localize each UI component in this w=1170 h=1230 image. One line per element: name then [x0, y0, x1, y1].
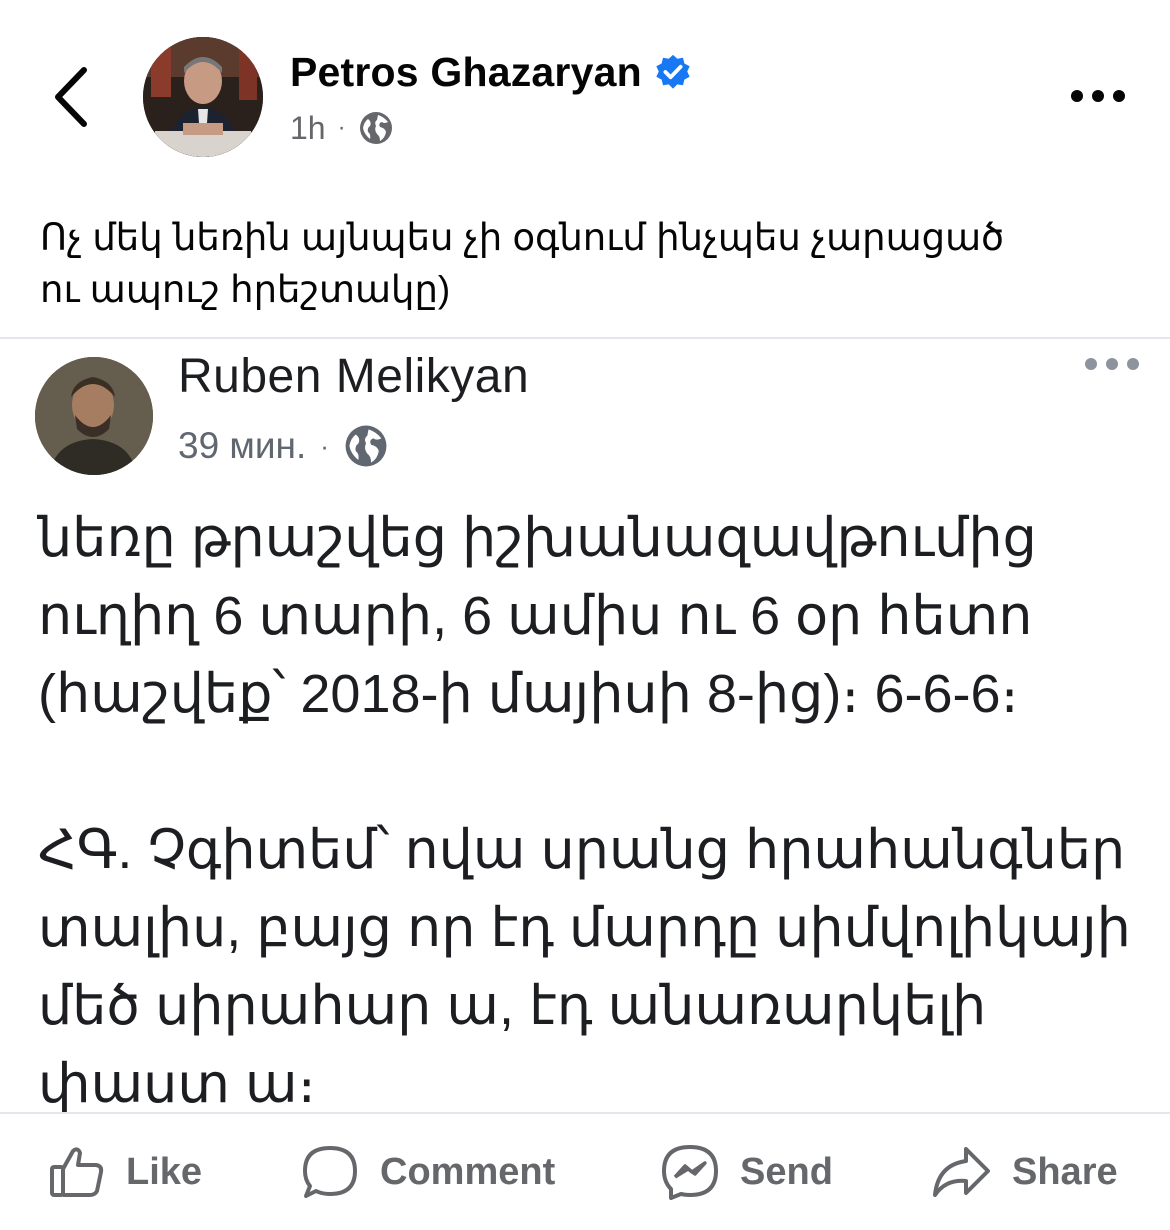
post-time[interactable]: 1h — [290, 110, 326, 147]
globe-icon — [359, 112, 392, 144]
text-line: տալիս, բայց որ էդ մարդը սիմվոլիկայի — [38, 898, 1131, 958]
post-caption: Ոչ մեկ նեռին այնպես չի օգնում ինչպես չար… — [40, 212, 1140, 316]
post-header: Petros Ghazaryan 1h · — [0, 0, 1170, 175]
meta-separator: · — [320, 430, 329, 461]
shared-post-image[interactable]: Ruben Melikyan 39 мин. · նեռը թրաշվեց իշ… — [0, 339, 1170, 1114]
post-meta: 1h · — [290, 106, 394, 150]
text-line: մեծ սիրահար ա, էդ անառարկելի — [38, 976, 987, 1036]
shared-post-text: նեռը թրաշվեց իշխանազավթումից ուղիղ 6 տար… — [38, 499, 1148, 1114]
shared-post-time: 39 мин. — [178, 425, 307, 466]
shared-author-avatar — [35, 357, 153, 475]
messenger-icon — [662, 1145, 718, 1200]
back-chevron-icon[interactable] — [48, 62, 98, 132]
meta-separator: · — [337, 114, 346, 141]
comment-icon — [303, 1146, 357, 1198]
author-name-row: Petros Ghazaryan — [290, 44, 692, 100]
caption-line: Ոչ մեկ նեռին այնպես չի օգնում ինչպես չար… — [40, 217, 1005, 258]
send-button[interactable]: Send — [660, 1140, 833, 1204]
like-icon — [50, 1147, 104, 1197]
text-line: նեռը թրաշվեց իշխանազավթումից — [38, 508, 1037, 568]
send-label: Send — [740, 1150, 833, 1193]
comment-button[interactable]: Comment — [300, 1140, 555, 1204]
author-avatar[interactable] — [143, 37, 263, 157]
share-button[interactable]: Share — [930, 1140, 1118, 1204]
shared-post-meta: 39 мин. · — [178, 423, 389, 469]
text-line: ՀԳ. Չգիտեմ՝ ովա սրանց հրահանգներ — [38, 820, 1126, 880]
text-line: փաստ ա։ — [38, 1054, 316, 1114]
text-line: ուղիղ 6 տարի, 6 ամիս ու 6 օր հետո — [38, 586, 1033, 646]
globe-icon — [345, 425, 387, 467]
like-button[interactable]: Like — [48, 1140, 202, 1204]
share-icon — [933, 1147, 990, 1197]
more-options-icon[interactable] — [1068, 86, 1128, 106]
more-options-icon — [1085, 358, 1139, 370]
comment-label: Comment — [380, 1150, 556, 1193]
action-bar: Like Comment Send Share — [0, 1114, 1170, 1230]
share-label: Share — [1012, 1150, 1118, 1193]
text-line: (հաշվեք՝ 2018-ի մայիսի 8-ից)։ 6-6-6։ — [38, 664, 1019, 724]
verified-badge-icon — [656, 54, 690, 89]
author-name[interactable]: Petros Ghazaryan — [290, 49, 642, 96]
caption-line: ու ապուշ հրեշտակը) — [40, 269, 451, 310]
shared-author-name: Ruben Melikyan — [178, 350, 530, 403]
like-label: Like — [126, 1150, 203, 1193]
